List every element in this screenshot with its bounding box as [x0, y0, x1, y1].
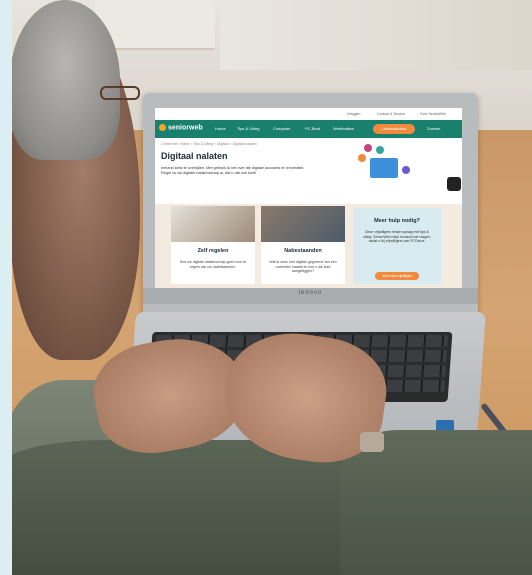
topbar-link-login[interactable]: Inloggen	[347, 112, 360, 116]
find-volunteer-button[interactable]: Vind een vrijwilliger	[375, 272, 419, 280]
illustration-monitor-icon	[370, 158, 398, 178]
nav-lidmaatschap-button[interactable]: Lidmaatschap	[373, 124, 415, 134]
bubble-icon	[402, 166, 410, 174]
website-navbar: seniorweb Home Tips & Uitleg Computer PC…	[155, 120, 462, 138]
card-photo	[261, 206, 345, 242]
page-title: Digitaal nalaten	[161, 151, 228, 161]
screen-overlay-icon	[447, 177, 461, 191]
bubble-icon	[358, 154, 366, 162]
nav-search[interactable]: Zoeken	[427, 126, 440, 131]
card-nabestaanden[interactable]: Nabestaanden Wat te doen met digitale ge…	[261, 206, 345, 284]
card-photo	[171, 206, 255, 242]
laptop-screen: Inloggen Contact & Service Over SeniorWe…	[155, 108, 462, 288]
background-window	[220, 0, 532, 70]
hero-illustration	[350, 144, 420, 190]
person-hair	[10, 0, 120, 160]
wristwatch-icon	[360, 432, 384, 452]
help-title: Meer hulp nodig?	[374, 218, 420, 224]
nav-werkbalken[interactable]: Werkbalken	[333, 126, 354, 131]
card-zelf-regelen[interactable]: Zelf regelen Hoe uw digitale nalatenscha…	[171, 206, 255, 284]
intro-text: Iemand kiest te overlijden. Met gebruik …	[161, 166, 305, 175]
logo-mark-icon	[159, 124, 166, 131]
nav-tips[interactable]: Tips & Uitleg	[237, 126, 260, 131]
topbar-link-about[interactable]: Over SeniorWeb	[420, 112, 446, 116]
seniorweb-logo[interactable]: seniorweb	[159, 124, 203, 131]
laptop-brand-label: lenovo	[298, 290, 323, 296]
card-title: Zelf regelen	[197, 248, 229, 254]
laptop-bezel: lenovo	[143, 288, 478, 304]
nav-pc-beat[interactable]: PC-Beat	[305, 126, 320, 131]
bubble-icon	[364, 144, 372, 152]
bubble-icon	[376, 146, 384, 154]
glasses-icon	[100, 86, 140, 100]
nav-computer[interactable]: Computer	[273, 126, 291, 131]
photo-scene: Inloggen Contact & Service Over SeniorWe…	[0, 0, 532, 575]
card-text: Wat te doen met digitale gegevens van ee…	[269, 260, 337, 273]
card-text: Hoe uw digitale nalatenschap goed voor t…	[179, 260, 247, 269]
topbar-link-contact[interactable]: Contact & Service	[377, 112, 405, 116]
nav-home[interactable]: Home	[215, 126, 226, 131]
left-border	[0, 0, 12, 575]
website-topbar: Inloggen Contact & Service Over SeniorWe…	[155, 108, 462, 120]
card-title: Nabestaanden	[284, 248, 322, 254]
breadcrumb: U bent hier: Home > Tips & Uitleg > Digi…	[161, 142, 257, 146]
help-text: Deze vrijwilligers helpen graag met tips…	[362, 230, 432, 243]
help-box: Meer hulp nodig? Deze vrijwilligers help…	[353, 208, 441, 284]
